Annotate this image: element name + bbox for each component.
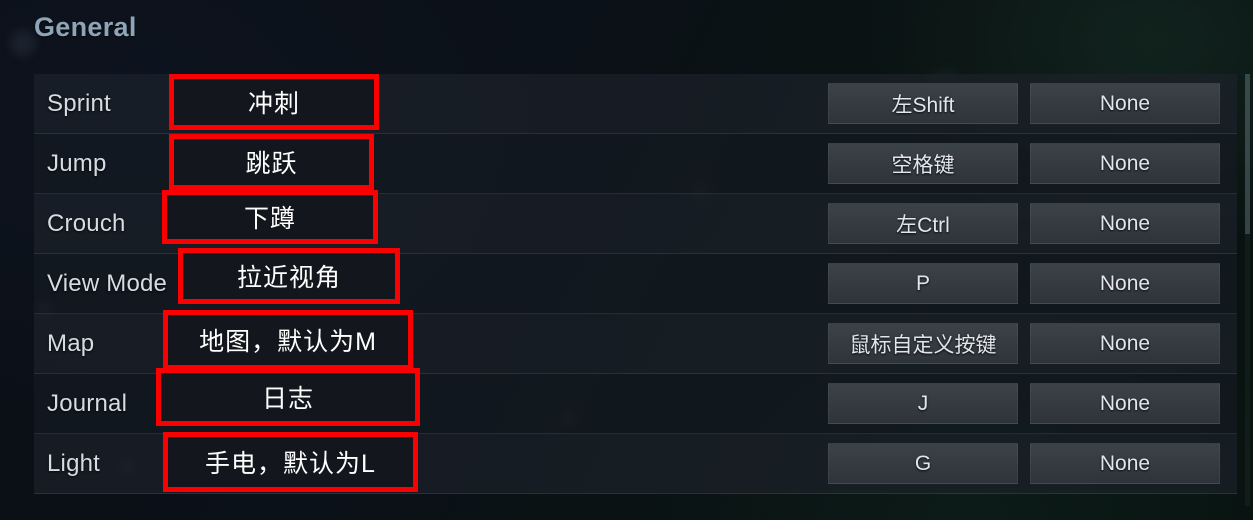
primary-binding-button[interactable]: J [828,383,1018,424]
vertical-scrollbar[interactable] [1245,74,1250,506]
annotation-box: 拉近视角 [178,248,400,304]
primary-binding-button[interactable]: P [828,263,1018,304]
annotation-box: 地图，默认为M [163,310,413,370]
action-label: Map [47,329,95,357]
secondary-binding-button[interactable]: None [1030,203,1220,244]
action-label: Jump [47,149,107,177]
primary-binding-button[interactable]: 左Shift [828,83,1018,124]
primary-binding-button[interactable]: G [828,443,1018,484]
annotation-box: 日志 [156,368,420,426]
primary-binding-button[interactable]: 左Ctrl [828,203,1018,244]
primary-binding-button[interactable]: 鼠标自定义按键 [828,323,1018,364]
primary-binding-button[interactable]: 空格键 [828,143,1018,184]
secondary-binding-button[interactable]: None [1030,263,1220,304]
secondary-binding-button[interactable]: None [1030,443,1220,484]
secondary-binding-button[interactable]: None [1030,143,1220,184]
settings-screen: General Sprint 左Shift None Jump 空格键 None Crouc… [0,0,1253,520]
secondary-binding-button[interactable]: None [1030,383,1220,424]
annotation-box: 手电，默认为L [163,432,418,492]
page-title: General [34,12,137,42]
annotation-box: 跳跃 [169,134,374,190]
action-label: Sprint [47,89,111,117]
annotation-box: 冲刺 [169,74,379,130]
scrollbar-thumb[interactable] [1245,74,1250,234]
bokeh-speck [10,30,36,56]
secondary-binding-button[interactable]: None [1030,323,1220,364]
action-label: Light [47,449,101,477]
annotation-box: 下蹲 [162,190,378,244]
secondary-binding-button[interactable]: None [1030,83,1220,124]
action-label: View Mode [47,269,168,297]
